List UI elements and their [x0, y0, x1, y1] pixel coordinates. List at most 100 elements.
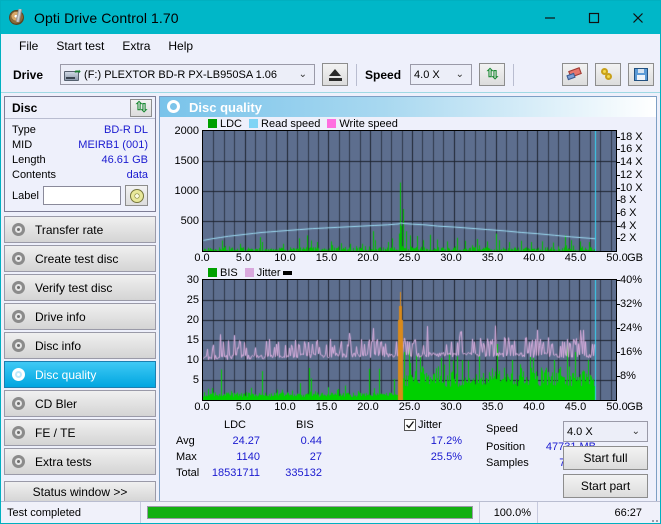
eject-button[interactable]: [322, 63, 349, 86]
y-tick-label: 15: [186, 334, 199, 346]
speed-label: Speed: [365, 67, 402, 82]
keys-icon: [600, 67, 616, 82]
drive-toolbar: Drive ➦ (F:) PLEXTOR BD-R PX-LB950SA 1.0…: [1, 57, 660, 93]
ldc-y-axis-labels: 500 1000 1500 2000: [160, 125, 202, 252]
page-title: Disc quality: [189, 99, 262, 115]
legend-label: BIS: [220, 266, 238, 279]
eject-icon: [328, 68, 342, 81]
x-tick-label: 0.0: [194, 252, 210, 264]
sidebar-item-transfer-rate[interactable]: Transfer rate: [4, 216, 156, 243]
disc-icon: [11, 251, 28, 266]
disc-icon: [11, 338, 28, 353]
sidebar-item-cd-bler[interactable]: CD Bler: [4, 390, 156, 417]
erase-button[interactable]: [562, 63, 588, 86]
status-message: Test completed: [1, 501, 141, 523]
content-header: Disc quality: [160, 97, 656, 117]
legend-item-ldc: LDC: [208, 118, 242, 130]
close-icon[interactable]: [616, 1, 660, 34]
disc-row-contents: Contents data: [12, 167, 148, 182]
menu-help[interactable]: Help: [159, 37, 202, 55]
refresh-button[interactable]: ⇧ ⇩: [479, 63, 506, 86]
menu-extra[interactable]: Extra: [113, 37, 159, 55]
menu-start-test[interactable]: Start test: [47, 37, 113, 55]
keys-button[interactable]: [595, 63, 621, 86]
disc-row-type: Type BD-R DL: [12, 122, 148, 137]
x-tick-label: 45.0: [564, 252, 587, 264]
legend-swatch: [249, 119, 259, 128]
disc-length-value: 46.61 GB: [101, 153, 148, 166]
y-tick-label: 30: [186, 274, 199, 286]
y-tick-label: 500: [180, 215, 199, 227]
avg-ldc-value: 24.27: [232, 435, 260, 447]
disc-icon: [11, 425, 28, 440]
sidebar-item-verify-test-disc[interactable]: Verify test disc: [4, 274, 156, 301]
y2-tick-label: 18 X: [617, 130, 643, 143]
sidebar-label: Create test disc: [35, 251, 119, 266]
menu-file[interactable]: File: [10, 37, 47, 55]
start-part-button[interactable]: Start part: [563, 474, 648, 498]
sidebar-item-extra-tests[interactable]: Extra tests: [4, 448, 156, 475]
disc-label-input[interactable]: [42, 186, 121, 205]
x-tick-label: 35.0: [481, 252, 504, 264]
sidebar-label: Extra tests: [35, 454, 92, 469]
y-tick-label: 20: [186, 314, 199, 326]
bis-plot-area: [202, 279, 617, 401]
jitter-stats: Jitter 17.2% 25.5%: [404, 419, 486, 502]
x-tick-label: 40.0: [523, 401, 545, 413]
app-icon: [9, 8, 26, 26]
legend-item-write-speed: Write speed: [327, 118, 398, 130]
y2-tick-label: 14 X: [617, 156, 643, 169]
bis-x-axis-labels: 0.0 5.0 10.0 15.0 20.0 25.0 30.0 35.0 40.0 45.0 50…: [194, 401, 643, 415]
sidebar-label: Transfer rate: [35, 222, 104, 237]
legend-label: LDC: [220, 117, 243, 130]
legend-swatch: [208, 268, 217, 277]
chevron-down-icon: ⌄: [631, 426, 640, 437]
status-window-button[interactable]: Status window >>: [4, 481, 156, 503]
disc-contents-value: data: [126, 168, 148, 181]
progress-text: 100.0%: [480, 501, 538, 523]
disc-type-key: Type: [12, 123, 36, 136]
speed-select[interactable]: 4.0 X ⌄: [410, 64, 473, 85]
y2-tick-label: 24%: [616, 322, 643, 334]
disc-refresh-button[interactable]: ⇧ ⇩: [130, 98, 152, 117]
sidebar-item-create-test-disc[interactable]: Create test disc: [4, 245, 156, 272]
start-full-button[interactable]: Start full: [563, 446, 648, 470]
col-header-bis: BIS: [296, 419, 314, 431]
sidebar-item-drive-info[interactable]: Drive info: [4, 303, 156, 330]
x-tick-label: 30.0: [440, 401, 462, 413]
minimize-icon[interactable]: [528, 1, 572, 34]
refresh-icon: ⇧ ⇩: [134, 98, 150, 115]
progress-fill: [148, 507, 472, 518]
toolbar-divider-2: [513, 63, 515, 86]
save-button[interactable]: [628, 63, 654, 86]
maximize-icon[interactable]: [572, 1, 616, 34]
sidebar-item-fe-te[interactable]: FE / TE: [4, 419, 156, 446]
x-tick-label: 10.0: [274, 401, 296, 413]
x-tick-label: 15.0: [315, 401, 338, 413]
resize-grip[interactable]: [648, 502, 660, 524]
disc-label-icon: [129, 188, 144, 203]
x-tick-label: 20.0: [357, 401, 379, 413]
disc-label-button[interactable]: [125, 185, 148, 206]
drive-label: Drive: [13, 67, 44, 82]
sidebar-item-disc-quality[interactable]: Disc quality: [4, 361, 156, 388]
disc-icon: [11, 309, 28, 324]
disc-mid-key: MID: [12, 138, 33, 151]
test-speed-select[interactable]: 4.0 X ⌄: [563, 421, 648, 442]
disc-mid-value: MEIRB1 (001): [78, 138, 148, 151]
disc-icon: [11, 280, 28, 295]
legend-swatch: [244, 268, 254, 277]
disc-icon: [11, 222, 28, 237]
y2-tick-label: 40%: [616, 274, 643, 286]
position-key: Position: [486, 441, 526, 453]
drive-select[interactable]: ➦ (F:) PLEXTOR BD-R PX-LB950SA 1.06 ⌄: [60, 64, 316, 85]
ldc-plot-area: [202, 130, 617, 252]
x-tick-label: 50.0: [606, 401, 628, 413]
chevron-down-icon: ⌄: [455, 69, 465, 80]
disc-quality-icon: [167, 100, 181, 114]
legend-label: Write speed: [339, 117, 398, 130]
sidebar-item-disc-info[interactable]: Disc info: [4, 332, 156, 359]
y-tick-label: 25: [186, 294, 199, 306]
test-info-panel: Speed 1.73 X Position 47731 MB Samples 7…: [486, 419, 650, 502]
legend-item-read-speed: Read speed: [249, 118, 320, 130]
